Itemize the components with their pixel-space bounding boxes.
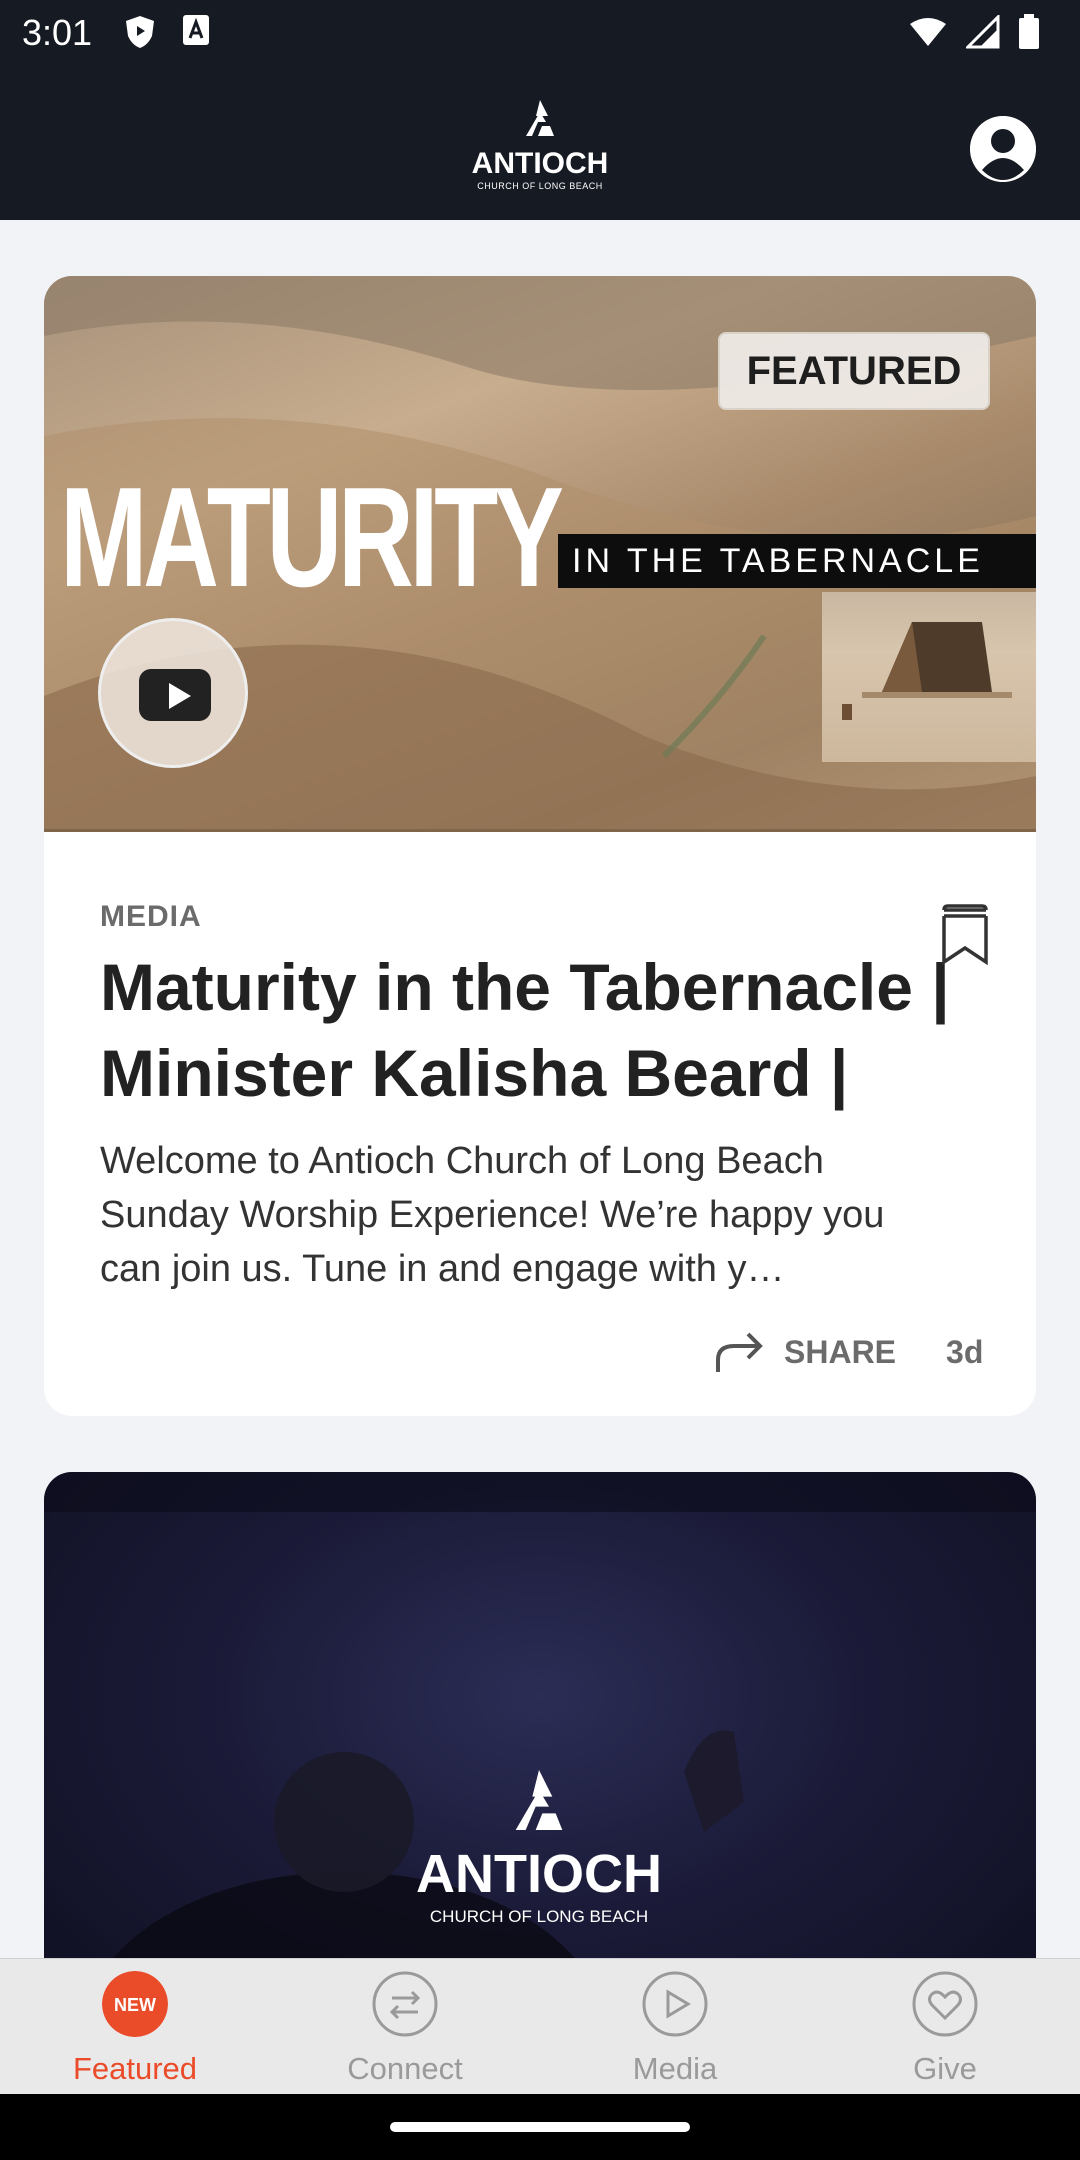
shield-icon xyxy=(126,16,154,48)
profile-button[interactable] xyxy=(970,116,1036,182)
profile-icon xyxy=(970,116,1036,182)
antioch-logo[interactable]: ANTIOCH CHURCH OF LONG BEACH xyxy=(470,98,610,191)
tab-connect[interactable]: Connect xyxy=(270,1959,540,2095)
tab-label: Give xyxy=(913,2051,977,2086)
card-category: MEDIA xyxy=(100,900,202,933)
new-badge-icon: NEW xyxy=(102,1971,168,2037)
card-hero-image[interactable]: ANTIOCH CHURCH OF LONG BEACH xyxy=(44,1472,1036,1958)
logo-subtitle: CHURCH OF LONG BEACH xyxy=(429,1907,649,1926)
wifi-icon xyxy=(910,18,946,46)
system-gesture-bar xyxy=(0,2094,1080,2160)
card-title[interactable]: Maturity in the Tabernacle | Minister Ka… xyxy=(100,944,980,1116)
antioch-logo-mark-icon xyxy=(526,100,554,136)
status-bar: 3:01 xyxy=(0,0,1080,66)
share-icon[interactable] xyxy=(714,1330,766,1374)
tabernacle-inset-image xyxy=(822,592,1036,762)
status-icons-right xyxy=(908,14,1040,50)
status-time: 3:01 xyxy=(22,12,93,53)
tab-label: Media xyxy=(632,2051,718,2086)
new-badge-label: NEW xyxy=(114,1995,156,2015)
tab-label: Featured xyxy=(72,2051,198,2086)
feed[interactable]: MATURITY IN THE TABERNACLE FEATURED MEDI… xyxy=(0,220,1080,1958)
tab-label: Connect xyxy=(347,2051,463,2086)
share-button[interactable]: SHARE xyxy=(784,1334,896,1371)
heart-icon xyxy=(912,1971,978,2037)
logo-text: ANTIOCH xyxy=(471,147,609,180)
featured-badge: FEATURED xyxy=(718,332,990,410)
battery-icon xyxy=(1019,14,1039,49)
hero-subtitle-bar: IN THE TABERNACLE xyxy=(558,534,1036,588)
bookmark-icon[interactable] xyxy=(940,904,990,966)
a-font-icon xyxy=(183,15,209,45)
tab-featured[interactable]: NEW Featured xyxy=(0,1959,270,2095)
home-gesture-handle[interactable] xyxy=(390,2122,690,2132)
signal-icon xyxy=(966,15,1000,49)
feed-card[interactable]: MATURITY IN THE TABERNACLE FEATURED MEDI… xyxy=(44,276,1036,1416)
hero-title: MATURITY xyxy=(60,458,564,617)
play-button[interactable] xyxy=(98,618,248,768)
app-header: ANTIOCH CHURCH OF LONG BEACH xyxy=(0,66,1080,220)
antioch-logo-mark-icon xyxy=(515,1770,563,1830)
tab-give[interactable]: Give xyxy=(810,1959,1080,2095)
card-footer: SHARE 3d xyxy=(714,1330,983,1374)
feed-card[interactable]: ANTIOCH CHURCH OF LONG BEACH xyxy=(44,1472,1036,1958)
logo-subtitle: CHURCH OF LONG BEACH xyxy=(477,181,603,191)
card-description: Welcome to Antioch Church of Long Beach … xyxy=(100,1140,885,1290)
tent-icon xyxy=(842,622,1012,720)
play-circle-icon xyxy=(642,1971,708,2037)
tab-media[interactable]: Media xyxy=(540,1959,810,2095)
logo-text: ANTIOCH xyxy=(416,1844,662,1904)
connect-arrows-icon xyxy=(372,1971,438,2037)
post-age: 3d xyxy=(946,1333,984,1370)
antioch-logo-large: ANTIOCH CHURCH OF LONG BEACH xyxy=(414,1762,664,1927)
bottom-nav: NEW Featured Connect Media Give xyxy=(0,1958,1080,2094)
card-hero-image[interactable]: MATURITY IN THE TABERNACLE FEATURED xyxy=(44,276,1036,832)
status-icons-left xyxy=(124,14,210,50)
card-body: MEDIA Maturity in the Tabernacle | Minis… xyxy=(44,832,1036,1372)
play-triangle-icon xyxy=(169,683,191,709)
